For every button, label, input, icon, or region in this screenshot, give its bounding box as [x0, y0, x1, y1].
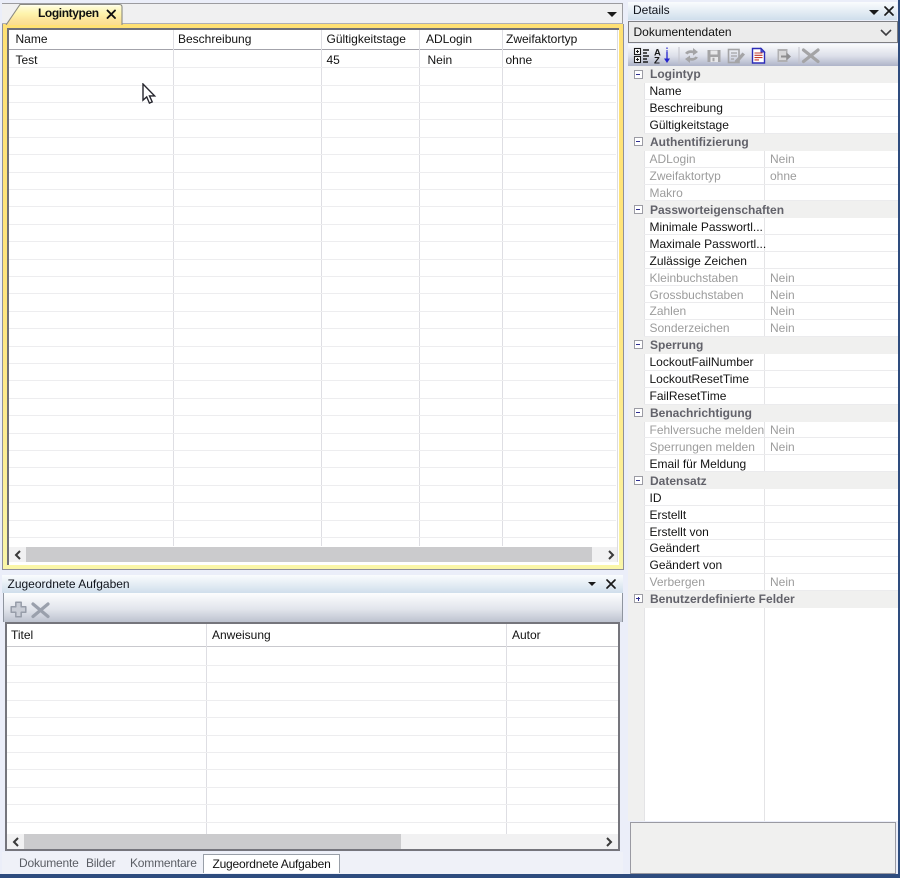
svg-text:Z: Z [654, 56, 660, 65]
